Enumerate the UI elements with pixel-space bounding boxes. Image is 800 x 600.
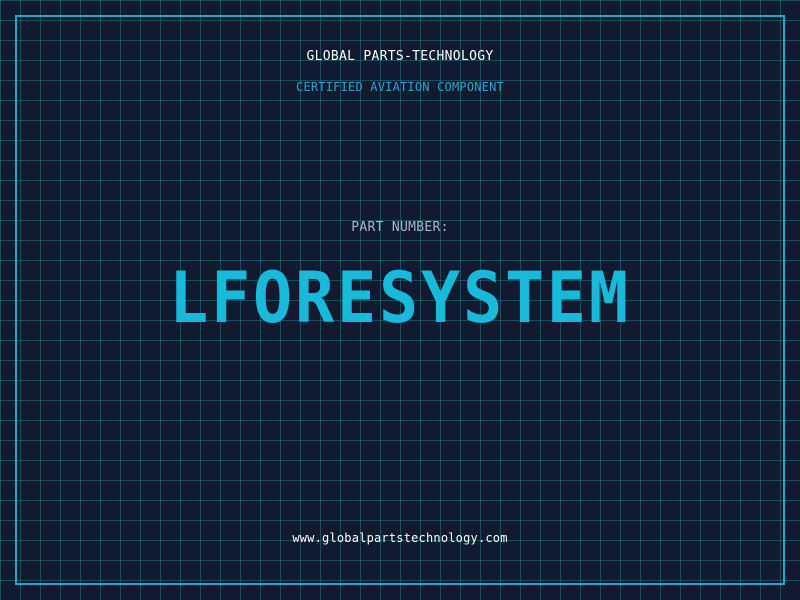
- website-url: www.globalpartstechnology.com: [292, 531, 508, 545]
- part-number-label: PART NUMBER:: [351, 220, 449, 235]
- part-card: GLOBAL PARTS-TECHNOLOGY CERTIFIED AVIATI…: [0, 0, 800, 600]
- certification-subtitle: CERTIFIED AVIATION COMPONENT: [296, 80, 504, 94]
- company-name: GLOBAL PARTS-TECHNOLOGY: [306, 49, 494, 64]
- part-number-value: LFORESYSTEM: [169, 257, 631, 339]
